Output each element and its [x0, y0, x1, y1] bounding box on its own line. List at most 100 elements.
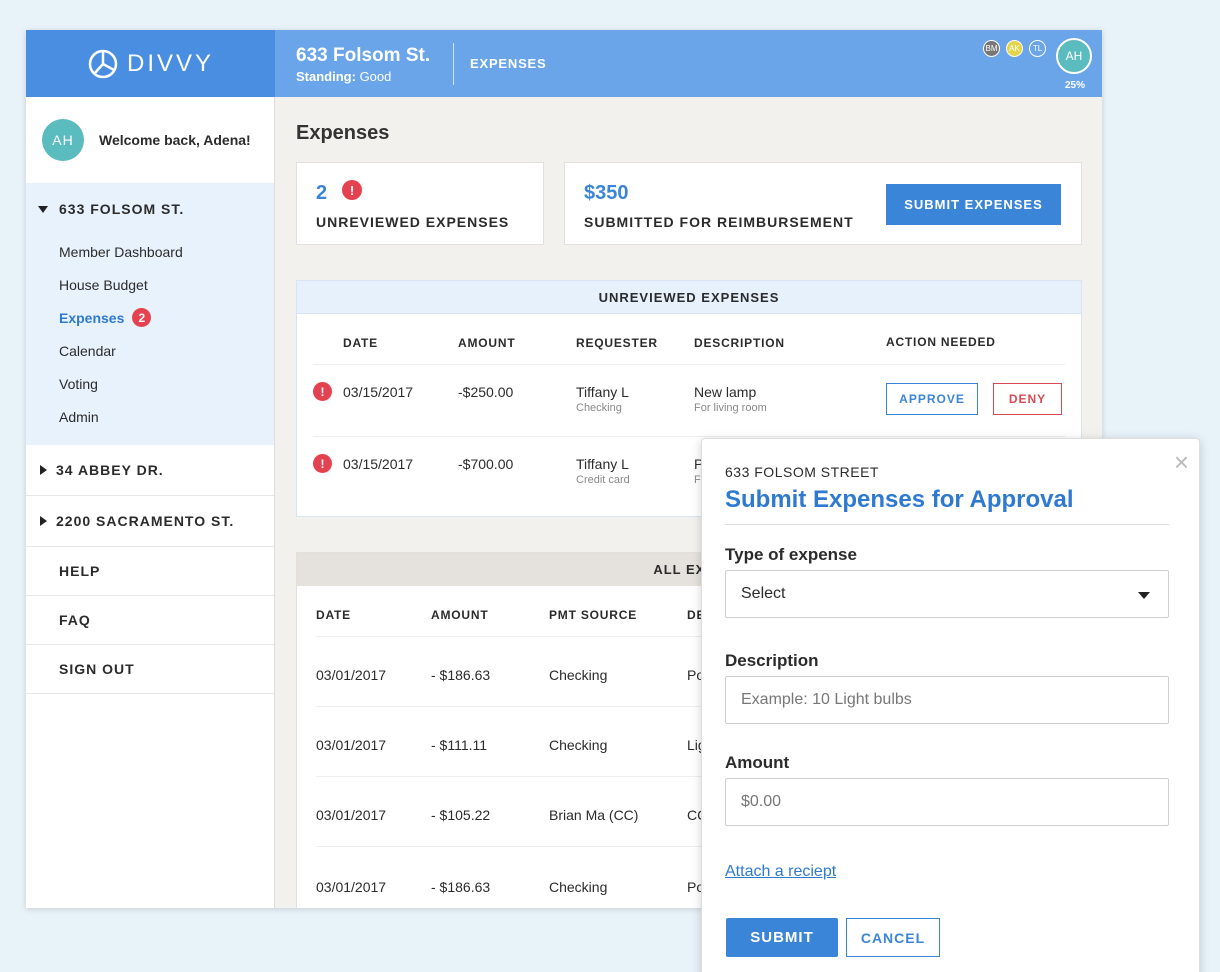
welcome-text: Welcome back, Adena!: [99, 132, 251, 148]
member-avatar-tl[interactable]: TL: [1029, 40, 1046, 57]
table-cell-amount: - $105.22: [431, 807, 491, 823]
sidebar-item-house-budget[interactable]: House Budget: [26, 268, 274, 301]
table-cell-date: 03/15/2017: [343, 384, 414, 400]
payment-source: Credit card: [576, 474, 630, 486]
table-cell-description: New lamp For living room: [694, 384, 767, 414]
sign-out-link[interactable]: SIGN OUT: [26, 645, 274, 694]
col-payment-source: PMT SOURCE: [549, 608, 638, 622]
progress-percent: 25%: [1065, 80, 1086, 91]
col-amount: AMOUNT: [458, 336, 516, 350]
sidebar-item-admin[interactable]: Admin: [26, 400, 274, 433]
table-cell-date: 03/15/2017: [343, 456, 414, 472]
description-note: For living room: [694, 402, 767, 414]
submit-button[interactable]: SUBMIT: [726, 918, 838, 957]
faq-link[interactable]: FAQ: [26, 596, 274, 645]
unreviewed-count: 2: [316, 182, 328, 204]
header-section-title: EXPENSES: [470, 56, 547, 71]
submit-expenses-button[interactable]: SUBMIT EXPENSES: [886, 184, 1061, 225]
submit-expense-modal: × 633 FOLSOM STREET Submit Expenses for …: [701, 438, 1200, 972]
col-requester: REQUESTER: [576, 336, 658, 350]
caret-down-icon: [1138, 592, 1150, 599]
payment-source: Checking: [576, 402, 622, 414]
col-date: DATE: [316, 608, 351, 622]
member-avatar-ak[interactable]: AK: [1006, 40, 1023, 57]
logo[interactable]: DIVVY: [26, 30, 275, 97]
cancel-button[interactable]: CANCEL: [846, 918, 940, 957]
table-cell-requester: Tiffany L Checking: [576, 384, 629, 414]
row-divider: [313, 436, 1065, 437]
sidebar: AH Welcome back, Adena! 633 FOLSOM ST. M…: [26, 97, 275, 908]
table-cell-amount: - $186.63: [431, 667, 491, 683]
unreviewed-summary-card: 2 ! UNREVIEWED EXPENSES: [296, 162, 544, 245]
deny-button[interactable]: DENY: [993, 383, 1062, 415]
table-cell-source: Checking: [549, 879, 608, 895]
house-label: 633 FOLSOM ST.: [59, 201, 185, 217]
submitted-amount: $350: [584, 182, 629, 204]
header-divider: [453, 43, 454, 85]
close-icon[interactable]: ×: [1174, 449, 1189, 475]
table-cell-date: 03/01/2017: [316, 737, 387, 753]
table-cell-amount: - $186.63: [431, 879, 491, 895]
top-header: 633 Folsom St. Standing: Good EXPENSES B…: [275, 30, 1102, 97]
table-cell-requester: Tiffany L Credit card: [576, 456, 630, 486]
help-link[interactable]: HELP: [26, 547, 274, 596]
alert-icon: !: [342, 180, 362, 200]
unreviewed-table-title: UNREVIEWED EXPENSES: [297, 281, 1081, 314]
house-label: 2200 SACRAMENTO ST.: [56, 513, 235, 529]
caret-right-icon: [40, 465, 47, 475]
sidebar-item-member-dashboard[interactable]: Member Dashboard: [26, 235, 274, 268]
col-description: DESCRIPTION: [694, 336, 785, 350]
avatar[interactable]: AH: [42, 119, 84, 161]
unreviewed-label: UNREVIEWED EXPENSES: [316, 214, 510, 230]
table-cell-date: 03/01/2017: [316, 807, 387, 823]
type-of-expense-label: Type of expense: [725, 545, 857, 564]
active-house-group: 633 FOLSOM ST. Member Dashboard House Bu…: [26, 183, 274, 445]
sidebar-item-voting[interactable]: Voting: [26, 367, 274, 400]
table-cell-date: 03/01/2017: [316, 667, 387, 683]
submitted-summary-card: $350 SUBMITTED FOR REIMBURSEMENT SUBMIT …: [564, 162, 1082, 245]
description-label: Description: [725, 651, 819, 670]
table-cell-date: 03/01/2017: [316, 879, 387, 895]
user-avatar[interactable]: AH: [1056, 38, 1092, 74]
table-cell-amount: -$700.00: [458, 456, 514, 472]
sidebar-item-label: Expenses: [59, 309, 125, 326]
modal-subtitle: 633 FOLSOM STREET: [725, 464, 879, 480]
table-cell-amount: -$250.00: [458, 384, 514, 400]
house-toggle-34-abbey[interactable]: 34 ABBEY DR.: [26, 445, 274, 496]
select-value: Select: [741, 585, 786, 602]
approve-button[interactable]: APPROVE: [886, 383, 978, 415]
description-field[interactable]: [725, 676, 1169, 724]
page-title: Expenses: [296, 122, 390, 144]
col-action-needed: ACTION NEEDED: [886, 335, 996, 349]
pie-logo-icon: [88, 49, 118, 78]
member-avatar-bm[interactable]: BM: [983, 40, 1000, 57]
alert-icon: !: [313, 454, 332, 473]
attach-receipt-link[interactable]: Attach a reciept: [725, 863, 836, 881]
submitted-label: SUBMITTED FOR REIMBURSEMENT: [584, 214, 854, 230]
type-of-expense-select[interactable]: Select: [725, 570, 1169, 618]
alert-icon: !: [313, 382, 332, 401]
house-toggle-2200-sacramento[interactable]: 2200 SACRAMENTO ST.: [26, 496, 274, 547]
sidebar-item-expenses[interactable]: Expenses 2: [26, 301, 274, 334]
caret-down-icon: [38, 205, 48, 213]
expenses-count-badge: 2: [132, 308, 152, 327]
modal-title: Submit Expenses for Approval: [725, 486, 1074, 513]
amount-label: Amount: [725, 753, 790, 772]
welcome-block: AH Welcome back, Adena!: [26, 97, 274, 183]
modal-divider: [725, 524, 1169, 525]
brand-name: DIVVY: [126, 49, 215, 77]
sidebar-item-calendar[interactable]: Calendar: [26, 334, 274, 367]
amount-field[interactable]: [725, 778, 1169, 826]
table-cell-amount: - $111.11: [431, 737, 488, 753]
table-cell-source: Brian Ma (CC): [549, 807, 639, 823]
standing-value: Good: [359, 69, 392, 84]
house-name: 633 Folsom St.: [296, 45, 431, 66]
table-cell-source: Checking: [549, 667, 608, 683]
col-amount: AMOUNT: [431, 608, 489, 622]
table-cell-source: Checking: [549, 737, 608, 753]
house-label: 34 ABBEY DR.: [56, 462, 164, 478]
caret-right-icon: [40, 516, 47, 526]
row-divider: [313, 364, 1065, 365]
col-date: DATE: [343, 336, 378, 350]
house-toggle-633-folsom[interactable]: 633 FOLSOM ST.: [26, 183, 274, 235]
